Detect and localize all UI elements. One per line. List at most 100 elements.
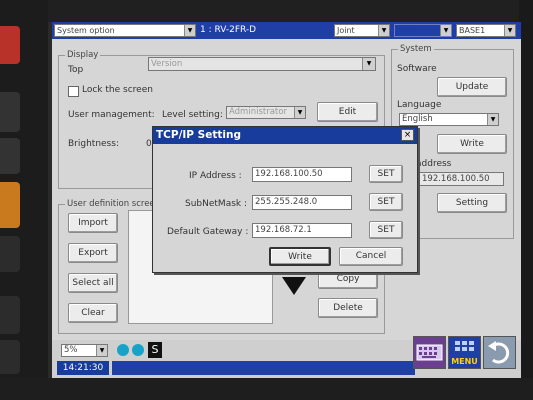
- bezel-top: [0, 0, 533, 22]
- copy-button-label: Copy: [336, 274, 360, 284]
- ip-address-field[interactable]: 192.168.100.50: [252, 167, 352, 182]
- top-screen-value: Version: [151, 59, 183, 69]
- language-write-button[interactable]: Write: [437, 134, 507, 154]
- user-definition-group-title: User definition screen: [65, 199, 163, 210]
- subnet-mask-value: 255.255.248.0: [255, 197, 318, 207]
- subnet-mask-field[interactable]: 255.255.248.0: [252, 195, 352, 210]
- move-down-button[interactable]: [280, 274, 308, 298]
- tcpip-setting-dialog: TCP/IP Setting × IP Address : 192.168.10…: [152, 126, 418, 273]
- tool-frame-combo[interactable]: TOOL1 ▼: [394, 24, 452, 37]
- bezel-right: [519, 0, 533, 400]
- ip-set-label: SET: [377, 169, 395, 179]
- tcpip-setting-button[interactable]: Setting: [437, 193, 507, 213]
- arrow-down-icon: [282, 277, 306, 295]
- status-indicator-icon: [117, 344, 129, 356]
- system-option-value: System option: [57, 26, 115, 35]
- default-gateway-field[interactable]: 192.168.72.1: [252, 223, 352, 238]
- export-button-label: Export: [78, 248, 108, 258]
- top-screen-select[interactable]: Version ▼: [148, 57, 376, 71]
- ip-address-label: IP Address :: [189, 171, 242, 181]
- system-group-title: System: [398, 44, 434, 55]
- delete-button-label: Delete: [333, 303, 363, 313]
- subnet-mask-label: SubNetMask :: [185, 199, 248, 209]
- top-bar: System option ▼ 1 : RV-2FR-D Joint ▼ TOO…: [52, 22, 521, 39]
- software-label: Software: [397, 64, 437, 74]
- chevron-down-icon: ▼: [440, 25, 451, 36]
- back-arrow-icon: [488, 341, 510, 364]
- brightness-label: Brightness:: [68, 139, 119, 149]
- default-gateway-value: 192.168.72.1: [255, 225, 312, 235]
- ip-address-value: 192.168.100.50: [255, 169, 323, 179]
- export-button[interactable]: Export: [68, 243, 118, 263]
- hardware-button-orange[interactable]: [0, 182, 20, 228]
- language-write-label: Write: [460, 139, 484, 149]
- dialog-write-label: Write: [288, 252, 312, 262]
- chevron-down-icon: ▼: [504, 25, 515, 36]
- default-gateway-set-button[interactable]: SET: [369, 221, 403, 239]
- base-frame-combo[interactable]: BASE1 ▼: [456, 24, 516, 37]
- level-setting-label: Level setting:: [162, 110, 223, 120]
- clear-button-label: Clear: [81, 308, 105, 318]
- chevron-down-icon: ▼: [362, 58, 375, 70]
- lock-screen-checkbox[interactable]: [68, 86, 79, 97]
- servo-icon: S: [148, 342, 162, 358]
- status-indicator-icon: [132, 344, 144, 356]
- jog-mode-value: Joint: [337, 26, 355, 35]
- chevron-down-icon: ▼: [96, 345, 107, 356]
- tool-frame-value: TOOL1: [397, 26, 425, 35]
- dialog-title: TCP/IP Setting: [153, 127, 417, 144]
- jog-mode-combo[interactable]: Joint ▼: [334, 24, 390, 37]
- level-setting-value: Administrator: [229, 107, 287, 117]
- hardware-button-red[interactable]: [0, 26, 20, 64]
- delete-button[interactable]: Delete: [318, 298, 378, 318]
- level-setting-select[interactable]: Administrator ▼: [226, 106, 306, 119]
- address-value: 192.168.100.50: [422, 174, 490, 184]
- tcpip-setting-label: Setting: [455, 198, 489, 208]
- teach-pendant-screen: System option ▼ 1 : RV-2FR-D Joint ▼ TOO…: [52, 22, 521, 378]
- import-button[interactable]: Import: [68, 213, 118, 233]
- update-button-label: Update: [455, 82, 489, 92]
- select-all-button-label: Select all: [72, 278, 114, 288]
- display-group-title: Display: [65, 50, 101, 61]
- menu-button[interactable]: MENU: [448, 336, 481, 369]
- message-bar: [112, 361, 415, 375]
- back-button[interactable]: [483, 336, 516, 369]
- address-field: 192.168.100.50: [419, 172, 504, 186]
- edit-button[interactable]: Edit: [317, 102, 378, 122]
- clock: 14:21:30: [57, 361, 109, 375]
- chevron-down-icon: ▼: [487, 114, 498, 125]
- speed-override-select[interactable]: 5% ▼: [61, 344, 108, 357]
- subnet-mask-set-button[interactable]: SET: [369, 193, 403, 211]
- dialog-write-button[interactable]: Write: [269, 247, 331, 266]
- dialog-cancel-label: Cancel: [355, 251, 387, 261]
- hardware-button[interactable]: [0, 138, 20, 174]
- ip-address-set-button[interactable]: SET: [369, 165, 403, 183]
- lock-screen-label: Lock the screen: [82, 85, 153, 95]
- robot-label: 1 : RV-2FR-D: [200, 25, 257, 35]
- clear-button[interactable]: Clear: [68, 303, 118, 323]
- bezel-left: [0, 0, 48, 400]
- language-select[interactable]: English ▼: [399, 113, 499, 126]
- hardware-button[interactable]: [0, 236, 20, 272]
- select-all-button[interactable]: Select all: [68, 273, 118, 293]
- speed-override-value: 5%: [64, 345, 78, 355]
- menu-grid-icon: [455, 341, 474, 351]
- keyboard-button[interactable]: [413, 336, 446, 369]
- hardware-button[interactable]: [0, 296, 20, 334]
- brightness-value: 0: [146, 139, 152, 149]
- close-icon[interactable]: ×: [401, 129, 414, 141]
- dialog-cancel-button[interactable]: Cancel: [339, 247, 403, 266]
- chevron-down-icon: ▼: [294, 107, 305, 118]
- language-value: English: [402, 114, 433, 124]
- top-label: Top: [68, 65, 84, 75]
- system-option-combo[interactable]: System option ▼: [54, 24, 196, 37]
- edit-button-label: Edit: [338, 107, 357, 117]
- bezel-bottom: [0, 378, 533, 400]
- hardware-button[interactable]: [0, 92, 20, 132]
- update-button[interactable]: Update: [437, 77, 507, 97]
- chevron-down-icon: ▼: [378, 25, 389, 36]
- hardware-button[interactable]: [0, 340, 20, 374]
- user-management-label: User management:: [68, 110, 155, 120]
- menu-label: MENU: [451, 357, 478, 366]
- gateway-set-label: SET: [377, 225, 395, 235]
